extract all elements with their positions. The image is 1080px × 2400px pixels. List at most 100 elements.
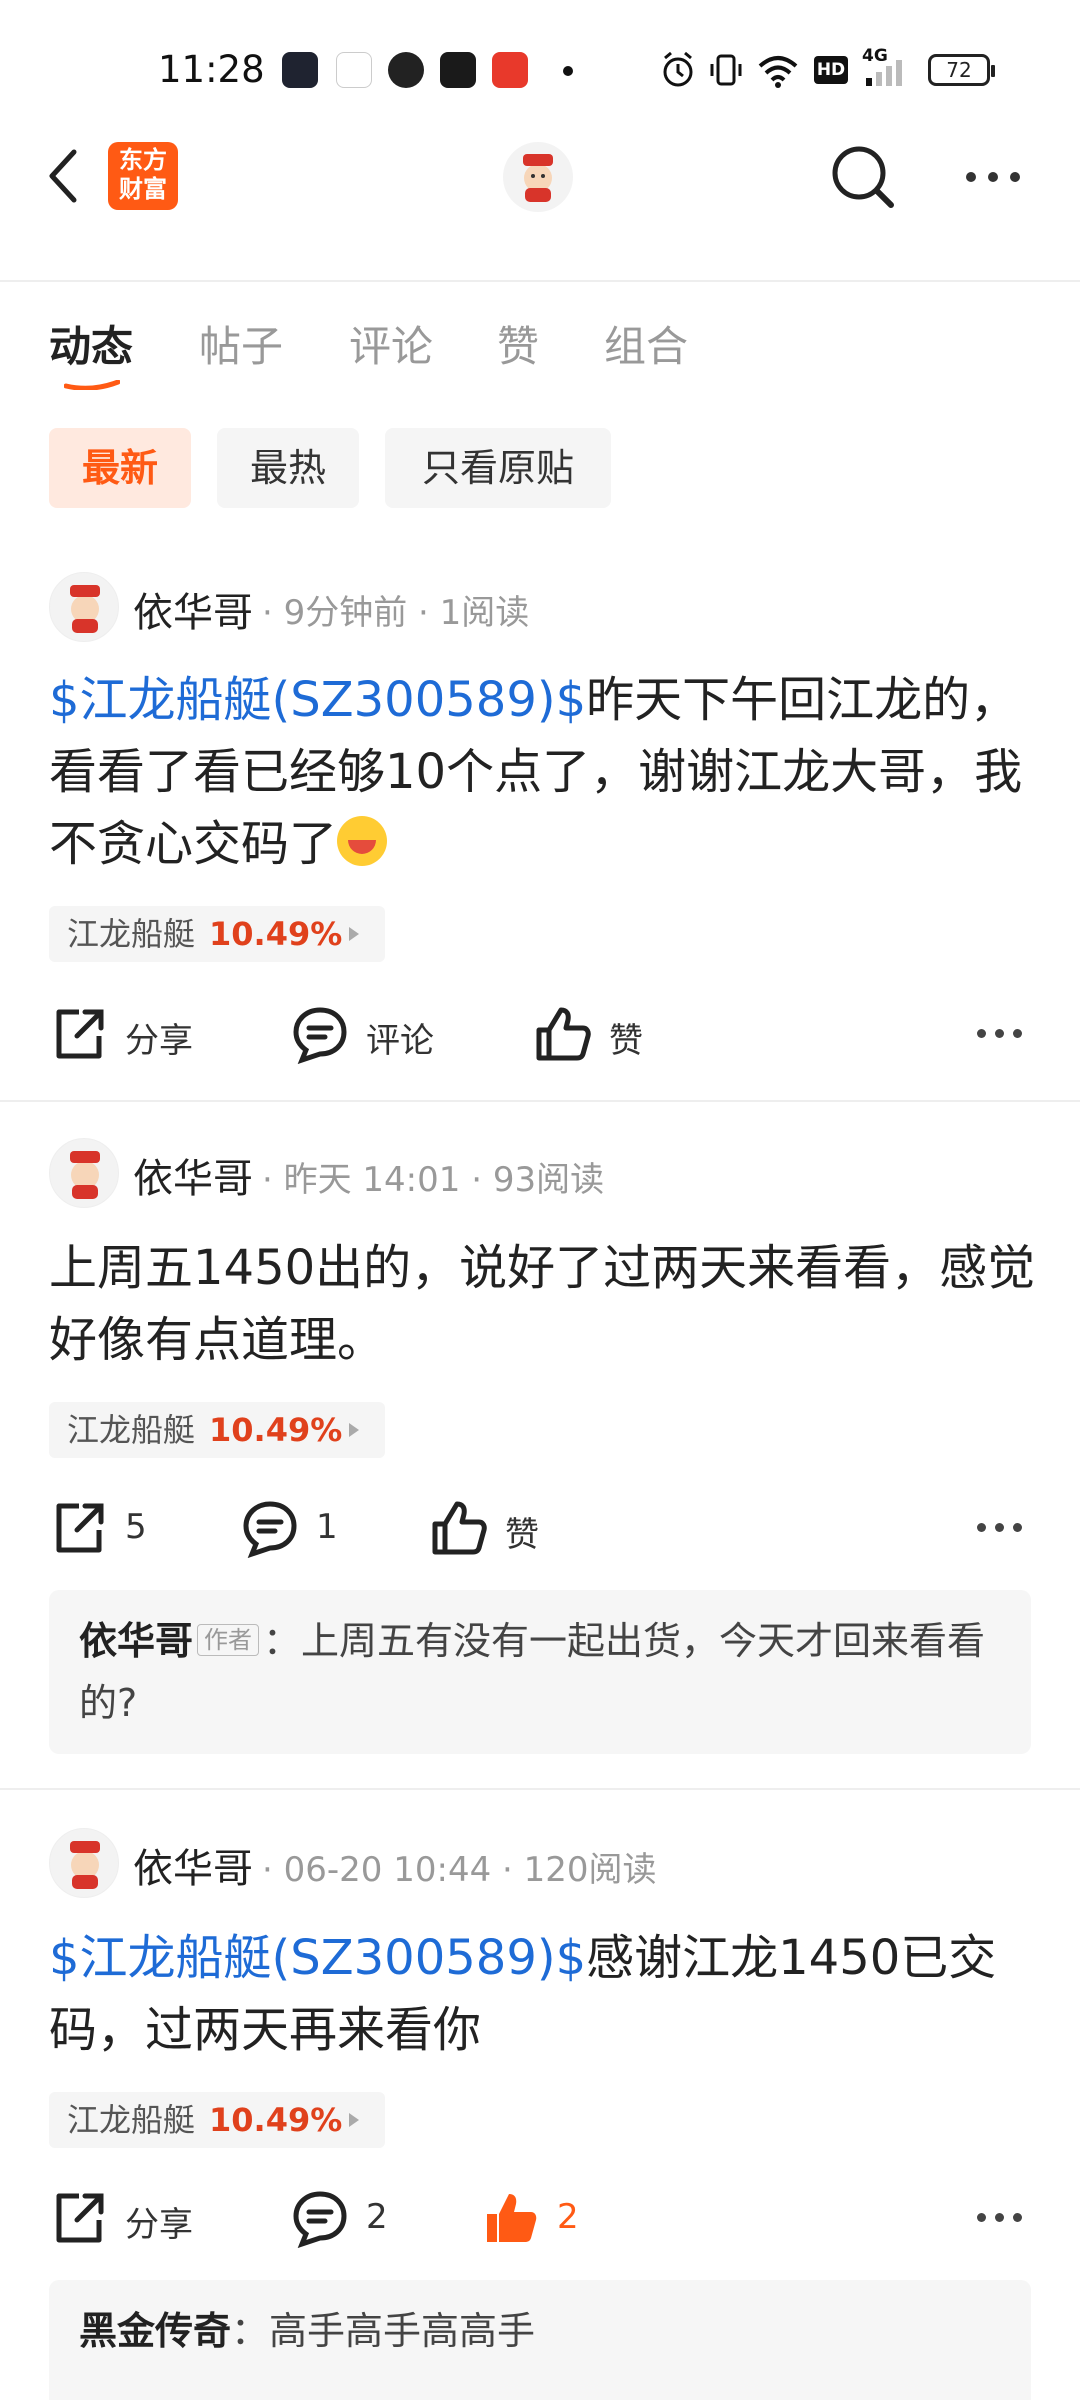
comment-count: 2 <box>366 2197 388 2237</box>
comment-count: 1 <box>316 1507 338 1547</box>
stock-tag[interactable]: 江龙船艇 10.49% <box>49 1402 385 1458</box>
share-icon <box>56 1503 104 1553</box>
signal-icon <box>866 60 902 86</box>
comment-text: ：高手高手高高手 <box>231 2309 536 2353</box>
post-body: 上周五1450出的，说好了过两天来看看，感觉好像有点道理。 <box>49 1240 1036 1368</box>
post-content[interactable]: $江龙船艇(SZ300589)$昨天下午回江龙的，看看了看已经够10个点了，谢谢… <box>49 664 1039 880</box>
stock-tag[interactable]: 江龙船艇 10.49% <box>49 2092 385 2148</box>
more-options-icon[interactable] <box>966 172 1022 184</box>
logo-line2: 财富 <box>119 175 167 203</box>
filter-original-only[interactable]: 只看原贴 <box>385 428 611 508</box>
share-icon <box>56 1009 104 1059</box>
eastmoney-logo[interactable]: 东方 财富 <box>108 142 178 210</box>
post-meta: · 9分钟前 · 1阅读 <box>262 593 530 633</box>
battery-icon: 72 <box>928 54 995 86</box>
notification-app-icon <box>388 52 424 88</box>
stock-change: 10.49% <box>209 1411 343 1449</box>
like-button[interactable]: 2 <box>481 2188 601 2248</box>
play-arrow-icon <box>349 1423 359 1437</box>
stock-change: 10.49% <box>209 915 343 953</box>
post-more-icon[interactable] <box>977 1523 1023 1535</box>
comment-label: 评论 <box>366 1021 434 1061</box>
logo-line1: 东方 <box>119 146 167 174</box>
alarm-icon <box>663 51 693 87</box>
post-avatar[interactable] <box>49 572 119 642</box>
post-more-icon[interactable] <box>977 2213 1023 2225</box>
like-count: 2 <box>557 2197 579 2237</box>
realme-icon <box>336 52 372 88</box>
status-time: 11:28 <box>158 48 265 91</box>
notification-app-icon <box>492 52 528 88</box>
stock-link[interactable]: $江龙船艇(SZ300589)$ <box>49 672 586 728</box>
share-label: 分享 <box>125 2205 193 2245</box>
like-button[interactable]: 赞 <box>429 1498 569 1558</box>
tab-likes[interactable]: 赞 <box>497 313 539 374</box>
thumbs-up-filled-icon <box>487 2194 537 2242</box>
stock-name: 江龙船艇 <box>67 2101 196 2139</box>
stock-tag[interactable]: 江龙船艇 10.49% <box>49 906 385 962</box>
filter-hottest[interactable]: 最热 <box>217 428 359 508</box>
comment-preview[interactable]: 依华哥 作者 ：上周五有没有一起出货，今天才回来看看的? <box>49 1590 1031 1754</box>
share-label: 分享 <box>125 1021 193 1061</box>
tab-posts[interactable]: 帖子 <box>199 313 283 374</box>
vibrate-icon <box>710 54 742 86</box>
post-divider <box>0 1100 1080 1102</box>
notification-dot-icon <box>563 66 573 76</box>
author-badge: 作者 <box>197 1624 260 1656</box>
back-icon[interactable] <box>44 146 84 206</box>
post-meta: · 06-20 10:44 · 120阅读 <box>262 1850 657 1890</box>
like-label: 赞 <box>505 1515 539 1555</box>
post-content[interactable]: 上周五1450出的，说好了过两天来看看，感觉好像有点道理。 <box>49 1232 1039 1376</box>
post-username[interactable]: 依华哥 <box>133 1146 253 1204</box>
share-icon <box>56 2193 104 2243</box>
stock-link[interactable]: $江龙船艇(SZ300589)$ <box>49 1930 586 1986</box>
tab-dynamics[interactable]: 动态 <box>49 313 133 374</box>
user-avatar[interactable] <box>503 142 573 212</box>
comment-button[interactable]: 1 <box>240 1498 360 1558</box>
comment-author[interactable]: 依华哥 <box>79 1619 193 1663</box>
post-avatar[interactable] <box>49 1138 119 1208</box>
hd-icon: HD <box>814 56 848 84</box>
stock-change: 10.49% <box>209 2101 343 2139</box>
thumbs-up-icon <box>432 1501 487 1555</box>
post-meta: · 昨天 14:01 · 93阅读 <box>262 1160 605 1200</box>
filter-latest[interactable]: 最新 <box>49 428 191 508</box>
search-icon[interactable] <box>828 142 898 212</box>
post-divider <box>0 1788 1080 1790</box>
tab-active-indicator <box>64 380 120 390</box>
wifi-icon <box>758 56 798 88</box>
notification-app-icon <box>282 52 318 88</box>
stock-name: 江龙船艇 <box>67 915 196 953</box>
tab-comments[interactable]: 评论 <box>349 313 433 374</box>
god-of-wealth-avatar-icon <box>70 1841 100 1889</box>
status-bar: 11:28 HD 4G 72 <box>0 0 1080 140</box>
share-button[interactable]: 分享 <box>49 2188 209 2248</box>
share-count: 5 <box>125 1507 147 1547</box>
comment-icon <box>293 1007 347 1064</box>
share-button[interactable]: 分享 <box>49 1004 209 1064</box>
like-button[interactable]: 赞 <box>533 1004 673 1064</box>
comment-icon <box>243 1501 297 1558</box>
post-username[interactable]: 依华哥 <box>133 1836 253 1894</box>
play-arrow-icon <box>349 927 359 941</box>
thumbs-up-icon <box>536 1007 591 1061</box>
comment-preview[interactable]: 黑金传奇：高手高手高高手 <box>49 2280 1031 2400</box>
notification-app-icon <box>440 52 476 88</box>
like-label: 赞 <box>609 1021 643 1061</box>
comment-author[interactable]: 黑金传奇 <box>79 2309 231 2353</box>
laughing-emoji-icon <box>337 816 388 866</box>
post-more-icon[interactable] <box>977 1029 1023 1041</box>
comment-icon <box>293 2191 347 2248</box>
god-of-wealth-avatar-icon <box>523 154 553 202</box>
comment-button[interactable]: 2 <box>290 2188 410 2248</box>
share-button[interactable]: 5 <box>49 1498 169 1558</box>
tab-portfolio[interactable]: 组合 <box>604 313 688 374</box>
comment-button[interactable]: 评论 <box>290 1004 450 1064</box>
play-arrow-icon <box>349 2113 359 2127</box>
post-avatar[interactable] <box>49 1828 119 1898</box>
god-of-wealth-avatar-icon <box>70 585 100 633</box>
post-content[interactable]: $江龙船艇(SZ300589)$感谢江龙1450已交码，过两天再来看你 <box>49 1922 1039 2066</box>
header-divider <box>0 280 1080 282</box>
post-username[interactable]: 依华哥 <box>133 580 253 638</box>
god-of-wealth-avatar-icon <box>70 1151 100 1199</box>
